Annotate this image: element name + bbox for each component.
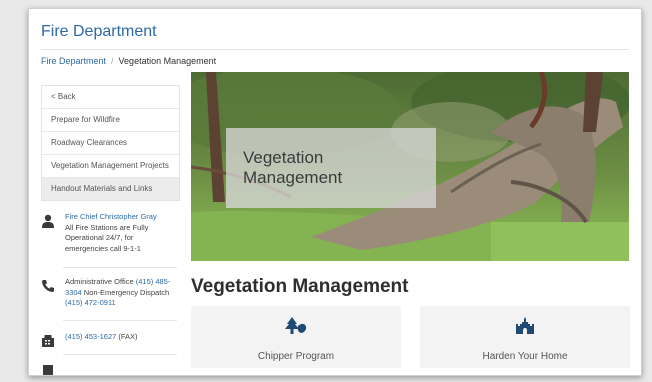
site-title[interactable]: Fire Department	[41, 23, 157, 41]
fax-info: (415) 453-1627 (FAX)	[65, 332, 171, 343]
office-info: Administrative Office (415) 485-3304 Non…	[65, 277, 171, 309]
card-label: Harden Your Home	[482, 351, 568, 362]
dispatch-phone-link[interactable]: (415) 472-0911	[65, 298, 116, 307]
card-label: Chipper Program	[257, 351, 335, 362]
sidebar-item-prepare-for-wildfire[interactable]: Prepare for Wildfire	[42, 109, 179, 132]
contact-divider	[63, 354, 177, 355]
phone-icon	[42, 280, 54, 292]
sidebar-item-vegetation-projects[interactable]: Vegetation Management Projects	[42, 155, 179, 178]
tree-leaf-icon	[285, 317, 307, 334]
hero-title-box: Vegetation Management	[226, 128, 436, 208]
fax-label: (FAX)	[118, 332, 138, 341]
castle-icon	[516, 317, 534, 334]
breadcrumb-parent-link[interactable]: Fire Department	[41, 56, 106, 66]
browser-page: Fire Department Fire Department / Vegetati…	[28, 8, 642, 376]
chief-info: Fire Chief Christopher Gray All Fire Sta…	[65, 212, 171, 254]
building-icon	[43, 365, 53, 375]
contact-divider	[63, 267, 177, 268]
breadcrumb-separator: /	[111, 56, 114, 66]
non-emergency-label: Non-Emergency Dispatch	[83, 287, 170, 297]
header-divider	[41, 49, 629, 50]
sidebar-item-back[interactable]: < Back	[42, 86, 179, 109]
person-icon	[42, 214, 54, 228]
card-chipper-program[interactable]: Chipper Program	[191, 306, 401, 368]
breadcrumb-current: Vegetation Management	[118, 56, 217, 66]
office-label: Administrative Office	[65, 277, 134, 286]
hero-title: Vegetation Management	[243, 148, 343, 187]
stations-note: All Fire Stations are Fully Operational …	[65, 222, 149, 253]
page-title: Vegetation Management	[191, 276, 409, 297]
fax-phone-link[interactable]: (415) 453-1627	[65, 332, 116, 341]
sidebar-item-handout-materials[interactable]: Handout Materials and Links	[42, 178, 179, 200]
hero-banner: Vegetation Management	[191, 72, 629, 261]
fire-chief-link[interactable]: Fire Chief Christopher Gray	[65, 212, 157, 221]
sidebar-nav: < Back Prepare for Wildfire Roadway Clea…	[41, 85, 180, 201]
sidebar-item-roadway-clearances[interactable]: Roadway Clearances	[42, 132, 179, 155]
breadcrumb: Fire Department / Vegetation Management	[41, 56, 216, 66]
contact-divider	[63, 320, 177, 321]
fax-icon	[42, 335, 54, 347]
card-harden-your-home[interactable]: Harden Your Home	[420, 306, 630, 368]
